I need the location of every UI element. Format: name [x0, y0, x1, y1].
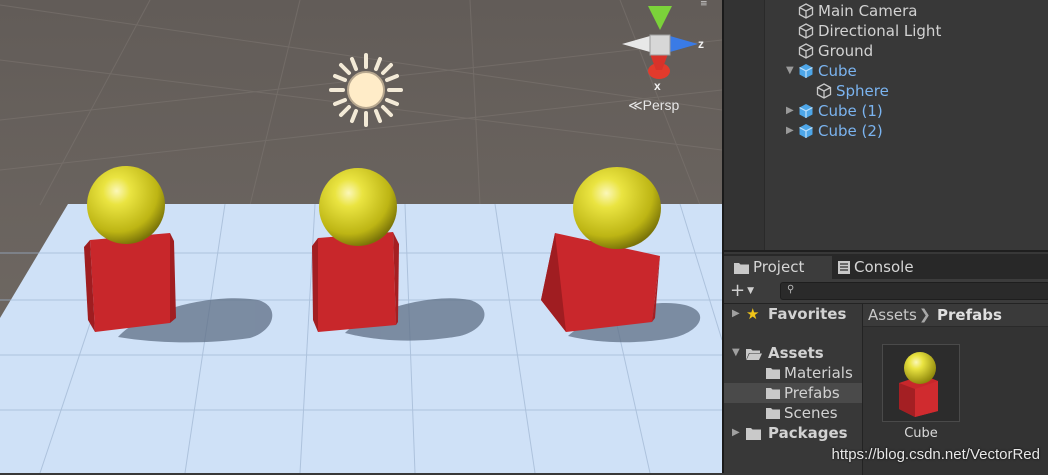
cube-object-2[interactable]: [312, 232, 399, 332]
gizmo-x-label: x: [654, 79, 661, 93]
hierarchy-item-label: Cube (1): [818, 102, 883, 120]
search-icon: ⚲: [787, 284, 795, 295]
folder-icon: [746, 428, 761, 440]
hierarchy-gutter: [724, 0, 765, 250]
tab-console[interactable]: Console: [828, 256, 958, 279]
breadcrumb-chevron-icon: ❯: [919, 307, 931, 323]
tree-label: Favorites: [768, 305, 847, 323]
tab-label: Console: [854, 258, 914, 276]
prefab-icon: [799, 64, 813, 78]
add-asset-button[interactable]: + ▼: [730, 281, 762, 301]
asset-thumbnail-cube[interactable]: [882, 344, 960, 422]
folder-icon: [734, 263, 749, 274]
watermark-text: https://blog.csdn.net/VectorRed: [831, 446, 1040, 463]
hierarchy-item-label: Directional Light: [818, 22, 942, 40]
collapse-arrow-icon[interactable]: ▶: [786, 121, 798, 141]
gizmo-z-cone[interactable]: [670, 36, 698, 52]
gizmo-y-cone[interactable]: [648, 6, 672, 30]
projection-label: Persp: [642, 97, 680, 113]
hierarchy-item-label: Sphere: [836, 82, 889, 100]
tree-label: Prefabs: [784, 384, 840, 402]
folder-icon: [766, 368, 780, 379]
sphere-object-2[interactable]: [319, 168, 397, 246]
folder-open-icon: [746, 349, 762, 360]
hierarchy-item-cube-2[interactable]: ▶ Cube (2): [786, 121, 883, 141]
sphere-object-1[interactable]: [87, 166, 165, 244]
directional-light-icon[interactable]: [328, 52, 404, 128]
gameobject-icon: [816, 83, 832, 99]
hierarchy-item-cube[interactable]: ▼ Cube: [786, 61, 857, 81]
tab-project[interactable]: Project: [724, 256, 832, 279]
tree-label: Packages: [768, 424, 848, 442]
gameobject-icon: [798, 43, 814, 59]
prefab-icon: [799, 124, 813, 138]
tree-label: Assets: [768, 344, 824, 362]
tree-item-prefabs[interactable]: Prefabs: [724, 383, 862, 403]
hierarchy-item-label: Cube (2): [818, 122, 883, 140]
tree-item-favorites[interactable]: ▶ ★ Favorites: [724, 304, 862, 324]
hierarchy-panel: Main Camera Directional Light Ground ▼ Cu…: [724, 0, 1048, 250]
gizmo-center-cube[interactable]: [649, 34, 671, 56]
collapse-arrow-icon[interactable]: ▶: [786, 101, 798, 121]
hierarchy-item-cube-1[interactable]: ▶ Cube (1): [786, 101, 883, 121]
tree-label: Scenes: [784, 404, 838, 422]
chevron-down-icon: ▼: [747, 286, 755, 296]
hierarchy-item-label: Main Camera: [818, 2, 918, 20]
breadcrumb-assets[interactable]: Assets: [868, 304, 917, 326]
collapse-arrow-icon[interactable]: ▶: [732, 423, 740, 443]
collapse-arrow-icon[interactable]: ▶: [732, 304, 740, 324]
breadcrumb: Assets ❯ Prefabs: [863, 304, 1048, 327]
hierarchy-item-sphere[interactable]: Sphere: [816, 81, 889, 101]
prefab-preview-icon: [899, 352, 938, 417]
tree-label: Materials: [784, 364, 853, 382]
plus-icon: +: [730, 280, 746, 301]
asset-label: Cube: [904, 426, 938, 441]
gizmo-menu-icon[interactable]: ≡: [700, 0, 708, 9]
gizmo-neg-z-cone[interactable]: [622, 36, 650, 52]
tab-label: Project: [753, 258, 805, 276]
hierarchy-item-main-camera[interactable]: Main Camera: [798, 1, 917, 21]
projection-toggle[interactable]: ≪Persp: [628, 97, 679, 114]
sphere-object-3[interactable]: [573, 167, 661, 249]
project-tab-bar: Project Console: [724, 254, 1048, 279]
project-toolbar: + ▼ ⚲: [724, 279, 1048, 304]
gameobject-icon: [798, 3, 814, 19]
hierarchy-item-label: Cube: [818, 62, 857, 80]
star-icon: ★: [746, 305, 760, 323]
hierarchy-item-directional-light[interactable]: Directional Light: [798, 21, 941, 41]
gizmo-z-label: z: [698, 37, 704, 51]
tree-item-assets[interactable]: ▼ Assets: [724, 343, 862, 363]
gameobject-icon: [798, 23, 814, 39]
folder-icon: [766, 388, 780, 399]
expand-arrow-icon[interactable]: ▼: [786, 61, 798, 81]
tree-item-materials[interactable]: Materials: [724, 363, 862, 383]
scene-view[interactable]: ≡ x z ≪Persp: [0, 0, 722, 473]
breadcrumb-prefabs[interactable]: Prefabs: [937, 304, 1002, 326]
folder-icon: [766, 408, 780, 419]
expand-arrow-icon[interactable]: ▼: [732, 343, 740, 363]
search-input[interactable]: ⚲: [780, 282, 1048, 300]
console-icon: [838, 261, 850, 274]
hierarchy-item-ground[interactable]: Ground: [798, 41, 873, 61]
prefab-icon: [799, 104, 813, 118]
hierarchy-item-label: Ground: [818, 42, 874, 60]
tree-item-scenes[interactable]: Scenes: [724, 403, 862, 423]
tree-item-packages[interactable]: ▶ Packages: [724, 423, 862, 443]
persp-arrow-icon: ≪: [628, 97, 643, 113]
cube-object-1[interactable]: [84, 233, 176, 332]
project-panel: Project Console + ▼ ⚲ ▶ ★ Favorites ▼ Ass…: [724, 250, 1048, 475]
